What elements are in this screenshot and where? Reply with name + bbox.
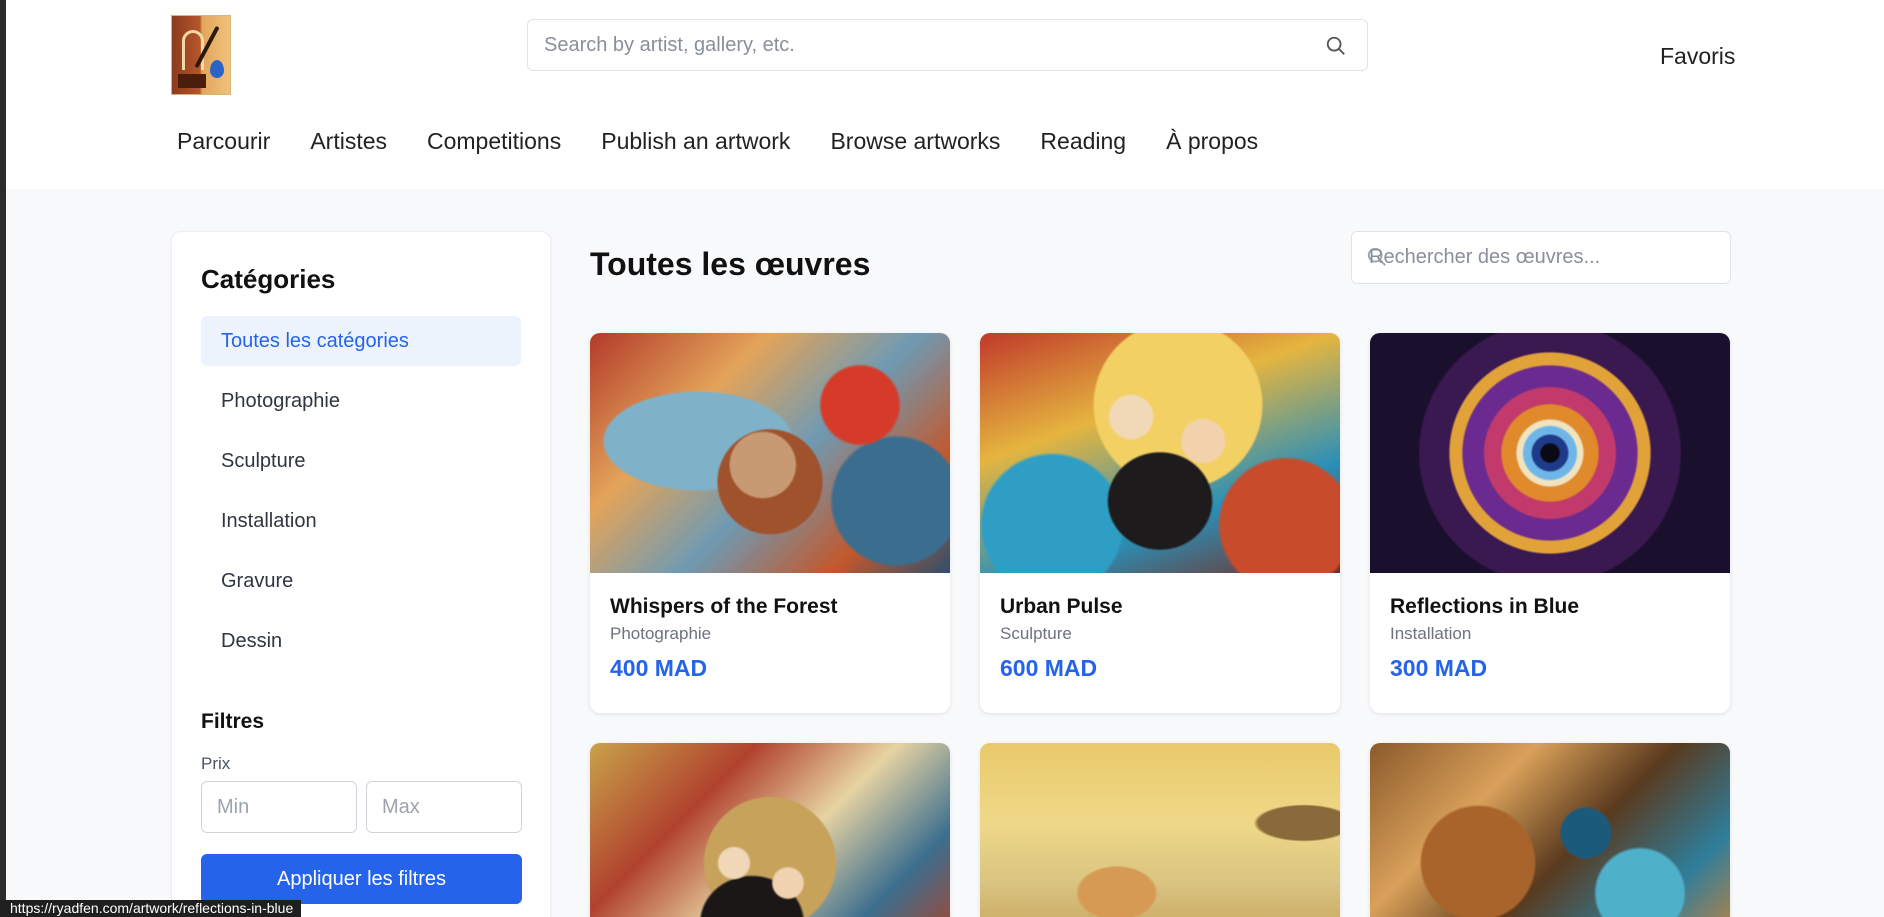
logo-arch-shape	[182, 30, 204, 70]
category-item-dessin[interactable]: Dessin	[201, 616, 521, 666]
artwork-title[interactable]: Urban Pulse	[1000, 595, 1123, 619]
artwork-search-box[interactable]	[1351, 231, 1731, 284]
nav-reading[interactable]: Reading	[1040, 128, 1126, 155]
artwork-image[interactable]	[590, 333, 950, 573]
artwork-price: 600 MAD	[1000, 655, 1098, 681]
artwork-title[interactable]: Whispers of the Forest	[610, 595, 838, 619]
category-item-sculpture[interactable]: Sculpture	[201, 436, 521, 486]
artwork-image[interactable]	[590, 743, 950, 917]
category-item-all[interactable]: Toutes les catégories	[201, 316, 521, 366]
artwork-card[interactable]: Whispers of the Forest Photographie 400 …	[590, 333, 950, 713]
artwork-price: 400 MAD	[610, 655, 708, 681]
site-logo[interactable]	[171, 15, 231, 95]
price-max-input[interactable]	[366, 781, 522, 833]
artwork-card[interactable]	[980, 743, 1340, 917]
artwork-card[interactable]	[1370, 743, 1730, 917]
price-label: Prix	[201, 754, 231, 773]
search-icon[interactable]	[1325, 35, 1347, 57]
status-bar-url: https://ryadfen.com/artwork/reflections-…	[0, 900, 302, 917]
category-item-gravure[interactable]: Gravure	[201, 556, 521, 606]
logo-base-shape	[178, 74, 206, 88]
nav-artistes[interactable]: Artistes	[310, 128, 387, 155]
favorites-link[interactable]: Favoris	[1660, 43, 1735, 70]
artwork-title[interactable]: Reflections in Blue	[1390, 595, 1579, 619]
artwork-image[interactable]	[980, 333, 1340, 573]
categories-heading: Catégories	[201, 264, 336, 294]
artwork-category: Photographie	[610, 624, 712, 643]
artwork-price: 300 MAD	[1390, 655, 1488, 681]
logo-drop-shape	[210, 60, 224, 78]
category-item-installation[interactable]: Installation	[201, 496, 521, 546]
artwork-category: Sculpture	[1000, 624, 1072, 643]
nav-parcourir[interactable]: Parcourir	[177, 128, 270, 155]
artwork-card[interactable]: Urban Pulse Sculpture 600 MAD	[980, 333, 1340, 713]
artwork-card[interactable]	[590, 743, 950, 917]
site-header: Favoris Parcourir Artistes Competitions …	[6, 0, 1884, 189]
artwork-image[interactable]	[1370, 743, 1730, 917]
main-nav: Parcourir Artistes Competitions Publish …	[177, 128, 1298, 155]
artwork-category: Installation	[1390, 624, 1472, 643]
category-item-photographie[interactable]: Photographie	[201, 376, 521, 426]
artwork-image[interactable]	[980, 743, 1340, 917]
header-search-input[interactable]	[544, 20, 1304, 70]
category-list: Toutes les catégories Photographie Sculp…	[201, 316, 521, 676]
artwork-image[interactable]	[1370, 333, 1730, 573]
category-sidebar: Catégories Toutes les catégories Photogr…	[171, 231, 551, 917]
page-title: Toutes les œuvres	[590, 246, 871, 282]
filters-heading: Filtres	[201, 710, 265, 733]
artwork-card[interactable]: Reflections in Blue Installation 300 MAD	[1370, 333, 1730, 713]
artwork-search-input[interactable]	[1369, 232, 1719, 283]
header-search-box[interactable]	[527, 19, 1368, 71]
nav-publish-artwork[interactable]: Publish an artwork	[601, 128, 790, 155]
nav-competitions[interactable]: Competitions	[427, 128, 561, 155]
nav-a-propos[interactable]: À propos	[1166, 128, 1258, 155]
price-min-input[interactable]	[201, 781, 357, 833]
apply-filters-button[interactable]: Appliquer les filtres	[201, 854, 522, 904]
nav-browse-artworks[interactable]: Browse artworks	[830, 128, 1000, 155]
